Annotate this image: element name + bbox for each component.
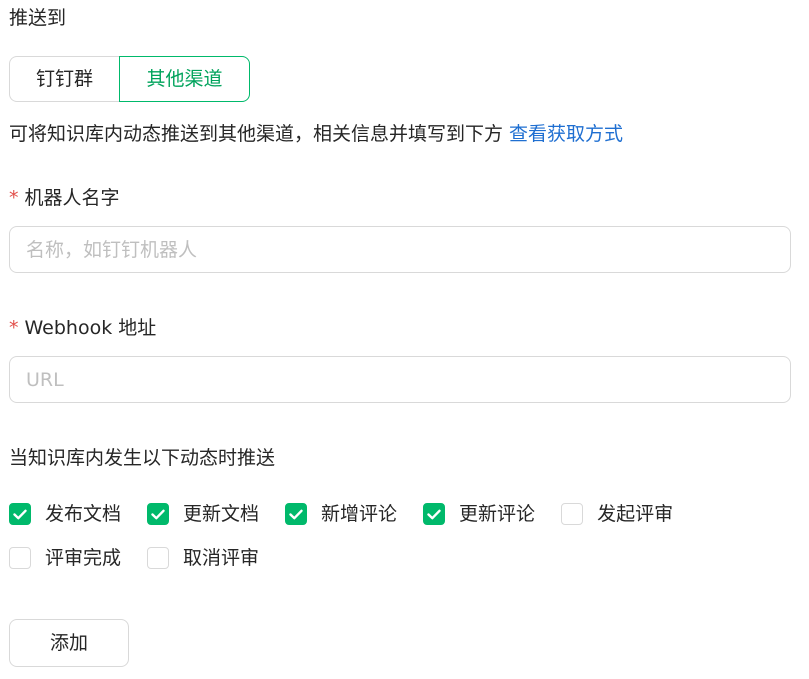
required-asterisk: * <box>9 187 19 209</box>
channel-segmented-control: 钉钉群 其他渠道 <box>9 56 250 104</box>
view-instructions-link[interactable]: 查看获取方式 <box>509 123 623 145</box>
checkbox-label: 取消评审 <box>183 547 260 569</box>
checkbox-label: 发起评审 <box>597 503 674 525</box>
add-button[interactable]: 添加 <box>9 619 129 667</box>
checkbox-checked-icon[interactable] <box>9 503 31 525</box>
checkbox-unchecked-icon[interactable] <box>561 503 584 525</box>
checkbox-label: 更新文档 <box>183 503 260 525</box>
checkbox-new-comment[interactable]: 新增评论 <box>285 498 397 530</box>
robot-name-input[interactable] <box>9 226 791 273</box>
description-text: 可将知识库内动态推送到其他渠道，相关信息并填写到下方 <box>9 123 504 145</box>
checkbox-label: 评审完成 <box>45 547 122 569</box>
event-checkbox-group: 发布文档 更新文档 新增评论 更新评论 发起评审 评审完成 取消评审 <box>9 498 789 586</box>
checkbox-label: 更新评论 <box>459 503 536 525</box>
channel-description: 可将知识库内动态推送到其他渠道，相关信息并填写到下方 查看获取方式 <box>9 120 623 148</box>
robot-name-label: * 机器人名字 <box>9 184 120 212</box>
checkbox-cancel-review[interactable]: 取消评审 <box>147 542 259 574</box>
checkbox-review-complete[interactable]: 评审完成 <box>9 542 121 574</box>
checkbox-checked-icon[interactable] <box>423 503 446 525</box>
events-title: 当知识库内发生以下动态时推送 <box>9 447 276 469</box>
webhook-url-input[interactable] <box>9 356 791 403</box>
checkbox-unchecked-icon[interactable] <box>147 547 170 569</box>
checkbox-update-comment[interactable]: 更新评论 <box>423 498 535 530</box>
checkbox-label: 发布文档 <box>45 503 122 525</box>
checkbox-start-review[interactable]: 发起评审 <box>561 498 673 530</box>
checkbox-update-doc[interactable]: 更新文档 <box>147 498 259 530</box>
checkbox-row: 评审完成 取消评审 <box>9 542 789 574</box>
checkbox-row: 发布文档 更新文档 新增评论 更新评论 发起评审 <box>9 498 789 530</box>
webhook-label-text: Webhook 地址 <box>24 317 157 339</box>
tab-dingtalk-group[interactable]: 钉钉群 <box>9 56 119 102</box>
checkbox-publish-doc[interactable]: 发布文档 <box>9 498 121 530</box>
checkbox-checked-icon[interactable] <box>285 503 308 525</box>
checkbox-unchecked-icon[interactable] <box>9 547 31 569</box>
checkbox-label: 新增评论 <box>321 503 398 525</box>
required-asterisk: * <box>9 317 19 339</box>
tab-other-channels[interactable]: 其他渠道 <box>119 56 250 102</box>
robot-name-label-text: 机器人名字 <box>24 187 120 209</box>
webhook-label: * Webhook 地址 <box>9 314 156 342</box>
checkbox-checked-icon[interactable] <box>147 503 170 525</box>
section-title: 推送到 <box>9 7 67 29</box>
